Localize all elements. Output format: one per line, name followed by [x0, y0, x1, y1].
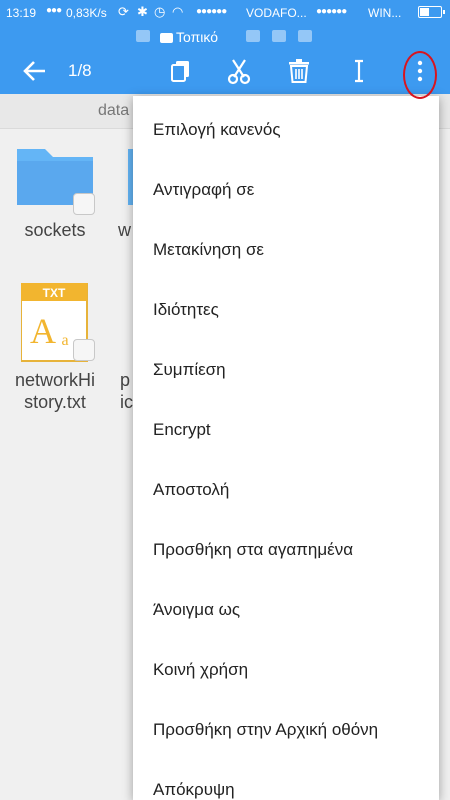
- menu-item-share[interactable]: Κοινή χρήση: [153, 660, 248, 680]
- svg-text:A: A: [30, 311, 56, 351]
- menu-item-deselect-all[interactable]: Επιλογή κανενός: [153, 120, 281, 140]
- local-storage-icon: [160, 33, 173, 44]
- menu-item-copy-to[interactable]: Αντιγραφή σε: [153, 180, 254, 200]
- menu-item-open-as[interactable]: Άνοιγμα ως: [153, 600, 240, 620]
- window-icon[interactable]: [298, 30, 312, 42]
- selection-count: 1/8: [68, 61, 92, 80]
- sync-icon: ⟳: [118, 4, 129, 19]
- carrier-2: WIN...: [368, 6, 402, 20]
- delete-icon[interactable]: [284, 56, 314, 86]
- menu-item-add-favorites[interactable]: Προσθήκη στα αγαπημένα: [153, 540, 353, 560]
- file-item[interactable]: p ic: [120, 369, 134, 413]
- selection-checkbox[interactable]: [73, 193, 95, 215]
- toolbar: 1/8: [0, 48, 450, 94]
- menu-item-add-home-screen[interactable]: Προσθήκη στην Αρχική οθόνη: [153, 720, 378, 740]
- signal-strength-2-icon: ●●●●●●: [316, 6, 347, 17]
- highlight-circle: [403, 51, 437, 99]
- rename-icon[interactable]: [344, 56, 374, 86]
- back-arrow-icon[interactable]: [20, 56, 50, 86]
- signal-dots-icon: ●●●: [46, 5, 62, 16]
- wifi-icon: ◠: [172, 4, 184, 19]
- menu-item-send[interactable]: Αποστολή: [153, 480, 229, 500]
- file-name: networkHi story.txt: [14, 370, 96, 412]
- selection-checkbox[interactable]: [73, 339, 95, 361]
- file-name: sockets: [24, 220, 86, 240]
- location-bar: Τοπικό: [0, 26, 450, 48]
- bookmark-icon[interactable]: [246, 30, 260, 42]
- home-icon[interactable]: [136, 30, 150, 42]
- alarm-icon: ◷: [154, 4, 166, 19]
- file-item-folder[interactable]: sockets: [5, 145, 105, 241]
- file-name: p ic: [120, 370, 133, 412]
- bluetooth-icon: ✱: [137, 4, 148, 19]
- copy-icon[interactable]: [166, 56, 196, 86]
- file-item-txt[interactable]: TXT A a networkHi story.txt: [5, 283, 105, 413]
- menu-item-properties[interactable]: Ιδιότητες: [153, 300, 219, 320]
- svg-text:TXT: TXT: [43, 286, 66, 300]
- location-name: Τοπικό: [176, 29, 218, 45]
- current-path[interactable]: data: [98, 102, 129, 120]
- menu-item-encrypt[interactable]: Encrypt: [153, 420, 211, 440]
- battery-icon: [418, 6, 445, 18]
- status-bar: 13:19 ●●● 0,83K/s ⟳ ✱ ◷ ◠ ●●●●●● VODAFO.…: [0, 0, 450, 26]
- location-label[interactable]: Τοπικό: [160, 29, 218, 45]
- carrier-1: VODAFO...: [246, 6, 307, 20]
- svg-text:a: a: [61, 332, 68, 349]
- cut-icon[interactable]: [224, 56, 254, 86]
- print-icon[interactable]: [272, 30, 286, 42]
- menu-item-hide[interactable]: Απόκρυψη: [153, 780, 235, 800]
- signal-strength-1-icon: ●●●●●●: [196, 6, 227, 17]
- overflow-menu: Επιλογή κανενός Αντιγραφή σε Μετακίνηση …: [133, 96, 439, 800]
- status-time: 13:19: [6, 6, 37, 20]
- network-speed: 0,83K/s: [66, 6, 107, 20]
- menu-item-move-to[interactable]: Μετακίνηση σε: [153, 240, 264, 260]
- menu-item-compress[interactable]: Συμπίεση: [153, 360, 226, 380]
